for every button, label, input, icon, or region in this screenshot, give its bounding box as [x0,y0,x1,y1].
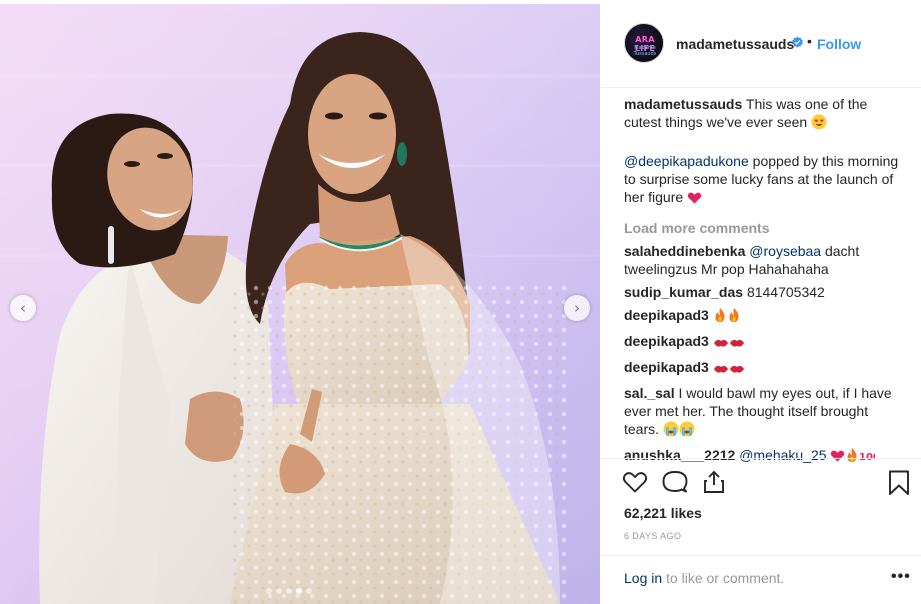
header-separator: • [807,33,812,49]
caption-continued: @deepikapadukone popped by this morning … [624,152,904,209]
kiss-lips-emoji-icon [729,335,745,353]
post-photo [0,4,600,604]
avatar[interactable]: ARA LIFE Madame Tussauds [624,23,664,63]
slide-indicator [266,588,312,594]
comments-list: madametussauds This was one of the cutes… [624,95,904,467]
fire-emoji-icon [845,447,859,467]
comment-username[interactable]: deepikapad3 [624,359,709,375]
chevron-left-icon: ‹ [20,299,26,317]
post-header: ARA LIFE Madame Tussauds madametussauds … [600,0,921,88]
login-prompt: Log in to like or comment. [624,570,784,586]
comment-username[interactable]: sal._sal [624,385,675,401]
post-media[interactable]: ‹ › [0,4,600,604]
kiss-lips-emoji-icon [713,361,729,379]
comment-username[interactable]: salaheddinebenka [624,243,745,259]
comment-mention[interactable]: @roysebaa [749,243,821,259]
header-username[interactable]: madametussauds [676,36,794,52]
fire-emoji-icon [713,307,727,327]
fire-emoji-icon [727,307,741,327]
comment-item: deepikapad3 [624,358,904,379]
speech-bubble-icon[interactable] [662,470,688,499]
likes-count[interactable]: 62,221 likes [624,505,702,521]
crying-face-emoji-icon [679,421,695,441]
login-text: to like or comment. [662,570,785,586]
comment-mention[interactable]: @mehaku_25 [739,447,826,463]
share-icon[interactable] [702,470,726,499]
slide-dot [266,588,272,594]
comment-item: sal._sal I would bawl my eyes out, if I … [624,384,904,441]
follow-button[interactable]: Follow [817,36,861,52]
post-side-panel: ARA LIFE Madame Tussauds madametussauds … [600,0,921,604]
actions-divider [600,458,921,459]
comment-username[interactable]: deepikapad3 [624,333,709,349]
slide-dot [276,588,282,594]
heart-outline-icon[interactable] [622,470,648,499]
comment-text: 8144705342 [743,284,825,300]
verified-badge-icon [791,36,804,54]
post-date[interactable]: 6 DAYS AGO [624,531,681,541]
kiss-lips-emoji-icon [729,361,745,379]
comment-item: deepikapad3 [624,306,904,327]
next-slide-button[interactable]: › [564,295,590,321]
red-heart-emoji-icon [687,191,702,209]
comment-item: deepikapad3 [624,332,904,353]
login-divider [600,555,921,556]
comment-item: anushka___2212 @mehaku_25 100 [624,446,904,467]
load-more-comments-button[interactable]: Load more comments [624,219,904,237]
bookmark-icon[interactable] [888,470,910,501]
chevron-right-icon: › [574,299,580,317]
slide-dot [286,588,292,594]
comment-username[interactable]: deepikapad3 [624,307,709,323]
caption-mention[interactable]: @deepikapadukone [624,153,749,169]
kiss-lips-emoji-icon [713,335,729,353]
heart-eyes-emoji-icon [811,114,827,134]
comment-item: salaheddinebenka @roysebaa dacht tweelin… [624,242,904,278]
comment-username[interactable]: sudip_kumar_das [624,284,743,300]
comment-username[interactable]: anushka___2212 [624,447,735,463]
caption: madametussauds This was one of the cutes… [624,95,904,134]
avatar-logo-subtext: Madame Tussauds [633,45,657,57]
crying-face-emoji-icon [663,421,679,441]
login-link[interactable]: Log in [624,570,662,586]
caption-username[interactable]: madametussauds [624,96,742,112]
more-options-button[interactable]: ••• [891,568,911,586]
slide-dot-active [296,588,302,594]
comment-item: sudip_kumar_das 8144705342 [624,283,904,301]
previous-slide-button[interactable]: ‹ [10,295,36,321]
slide-dot [306,588,312,594]
